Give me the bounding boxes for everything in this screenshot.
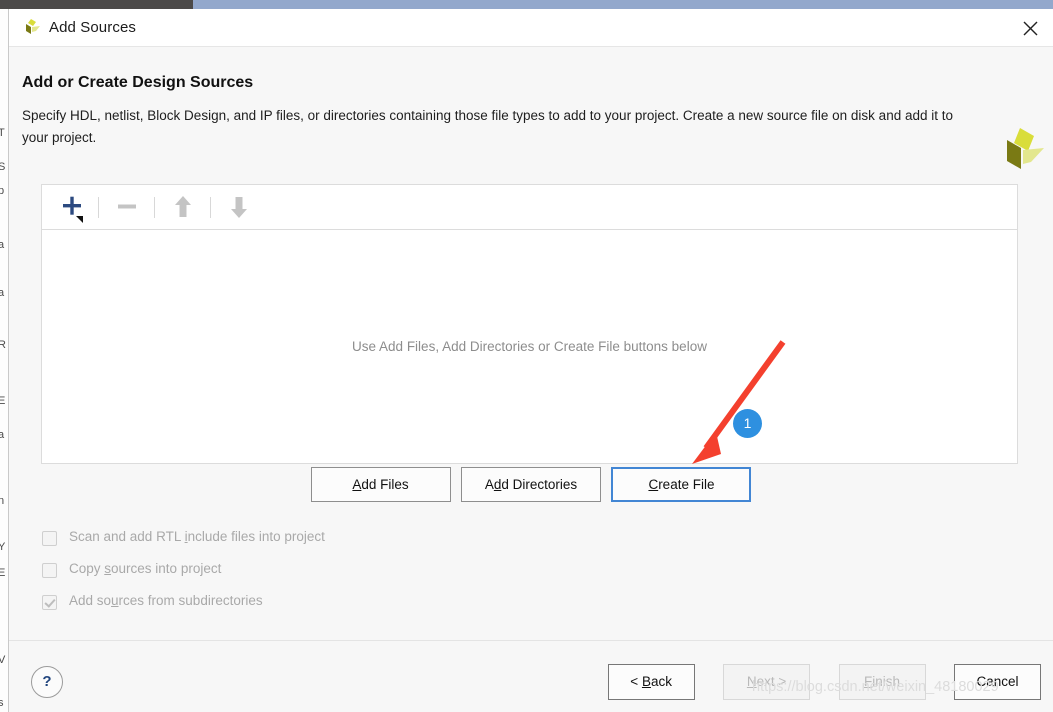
- source-action-buttons: Add Files Add Directories Create File: [9, 467, 1053, 502]
- background-text-fragment: a: [0, 429, 5, 441]
- background-text-fragment: Y: [0, 541, 6, 553]
- dialog-header: Add or Create Design Sources Specify HDL…: [9, 47, 1053, 169]
- checkbox-copy-sources[interactable]: [42, 563, 57, 578]
- add-sources-dialog: Add Sources Add or Create Design Sources…: [9, 9, 1053, 712]
- dialog-footer: ? < Back Next > Finish Cancel: [9, 641, 1053, 712]
- background-text-fragment: V: [0, 654, 6, 666]
- background-text-fragment: n: [0, 495, 5, 507]
- empty-list-message: Use Add Files, Add Directories or Create…: [352, 339, 707, 354]
- background-desktop-strip: [193, 0, 1053, 9]
- minus-icon: [106, 185, 148, 229]
- create-file-mnemonic: C: [648, 477, 659, 492]
- sources-list-toolbar: [42, 185, 1017, 230]
- arrow-down-icon: [218, 185, 260, 229]
- toolbar-divider: [98, 197, 99, 218]
- background-text-fragment: E: [0, 567, 6, 579]
- background-text-fragment: R: [0, 339, 6, 351]
- dialog-titlebar: Add Sources: [9, 9, 1053, 47]
- background-text-fragment: E: [0, 395, 6, 407]
- background-text-fragment: s: [0, 697, 4, 709]
- add-directories-post: d Directories: [501, 477, 578, 492]
- toolbar-divider: [154, 197, 155, 218]
- add-files-button[interactable]: Add Files: [310, 467, 451, 502]
- finish-button: Finish: [838, 664, 926, 700]
- background-text-fragment: a: [0, 287, 5, 299]
- annotation-badge-1: 1: [733, 409, 762, 438]
- wizard-nav-buttons: < Back Next > Finish Cancel: [584, 664, 1041, 700]
- add-directories-button[interactable]: Add Directories: [461, 467, 601, 502]
- checkbox-add-subdirectories[interactable]: [42, 595, 57, 610]
- background-text-fragment: p: [0, 185, 5, 197]
- create-file-button[interactable]: Create File: [611, 467, 752, 502]
- option-label-add-subdirectories: Add sources from subdirectories: [69, 593, 263, 608]
- back-button[interactable]: < Back: [607, 664, 695, 700]
- option-label-copy-sources: Copy sources into project: [69, 561, 222, 576]
- help-button[interactable]: ?: [31, 666, 63, 698]
- option-label-scan-rtl-include: Scan and add RTL include files into proj…: [69, 529, 325, 544]
- xilinx-logo-icon: [998, 127, 1046, 173]
- xilinx-logo-icon: [22, 19, 42, 37]
- dialog-title: Add Sources: [49, 19, 136, 36]
- checkbox-scan-rtl-include[interactable]: [42, 531, 57, 546]
- cancel-button[interactable]: Cancel: [954, 664, 1041, 700]
- background-text-fragment: a: [0, 239, 5, 251]
- close-icon[interactable]: [1015, 14, 1045, 42]
- plus-icon[interactable]: [50, 185, 92, 229]
- add-directories-pre: A: [484, 477, 494, 492]
- add-files-post: dd Files: [361, 477, 409, 492]
- sources-list-panel: Use Add Files, Add Directories or Create…: [41, 184, 1018, 464]
- background-text-fragment: T: [0, 127, 5, 139]
- arrow-up-icon: [162, 185, 204, 229]
- toolbar-divider: [210, 197, 211, 218]
- next-button: Next >: [723, 664, 811, 700]
- create-file-post: reate File: [658, 477, 715, 492]
- page-title: Add or Create Design Sources: [22, 74, 254, 91]
- page-description: Specify HDL, netlist, Block Design, and …: [22, 108, 953, 145]
- background-text-fragment: S: [0, 161, 6, 173]
- background-window-titlebar: [0, 0, 193, 9]
